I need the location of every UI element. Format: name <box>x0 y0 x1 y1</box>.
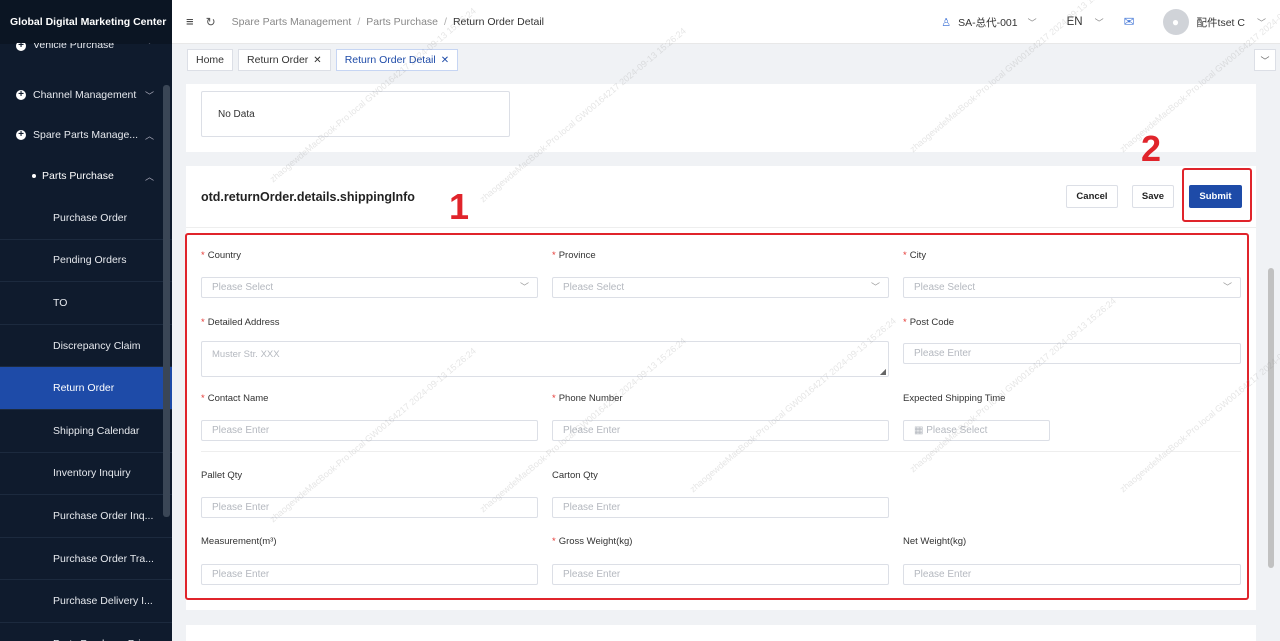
sidebar-scrollbar[interactable] <box>163 85 170 517</box>
breadcrumb-current: Return Order Detail <box>452 15 544 28</box>
sidebar-item-purchase-delivery[interactable]: Purchase Delivery I... <box>0 580 172 623</box>
tab-return-order-detail[interactable]: Return Order Detail ✕ <box>335 49 459 71</box>
brand-title: Global Digital Marketing Center <box>0 0 172 44</box>
cancel-button[interactable]: Cancel <box>1066 185 1118 208</box>
sidebar-group-spare-parts[interactable]: + Spare Parts Manage... ︿ <box>0 115 172 155</box>
close-icon[interactable]: ✕ <box>313 55 321 66</box>
tab-home[interactable]: Home <box>187 49 234 71</box>
sidebar-item-pending-orders[interactable]: Pending Orders <box>0 240 172 283</box>
sidebar-item-parts-purchase-price[interactable]: Parts Purchase Price <box>0 623 172 641</box>
plus-circle-icon: + <box>16 43 26 51</box>
sidebar-group-vehicle-purchase[interactable]: + Vehicle Purchase ﹀ <box>0 43 172 51</box>
save-button[interactable]: Save <box>1132 185 1174 208</box>
items-panel: No Data <box>186 84 1256 152</box>
divider <box>186 227 1256 228</box>
chevron-down-icon: ﹀ <box>144 43 154 50</box>
sidebar-item-inventory-inquiry[interactable]: Inventory Inquiry <box>0 453 172 496</box>
annotation-box-2 <box>1182 168 1252 222</box>
refresh-icon[interactable]: ↻ <box>206 15 216 29</box>
language-selector[interactable]: EN <box>1067 16 1083 28</box>
page-scrollbar[interactable] <box>1268 268 1274 568</box>
tab-bar: Home Return Order ✕ Return Order Detail ✕ … <box>172 45 1280 75</box>
user-icon: ♙ <box>941 16 952 29</box>
sidebar-item-shipping-calendar[interactable]: Shipping Calendar <box>0 410 172 453</box>
tab-return-order[interactable]: Return Order ✕ <box>238 49 331 71</box>
sidebar-group-channel-management[interactable]: + Channel Management ﹀ <box>0 75 172 115</box>
tabs-dropdown-icon[interactable]: ﹀ <box>1254 49 1276 71</box>
chevron-up-icon: ︿ <box>144 171 154 182</box>
username[interactable]: 配件tset C <box>1197 15 1245 30</box>
sidebar-item-purchase-order-tracking[interactable]: Purchase Order Tra... <box>0 538 172 581</box>
chevron-down-icon[interactable]: ﹀ <box>1095 16 1104 29</box>
role-selector[interactable]: SA-总代-001 <box>958 15 1018 30</box>
menu-toggle-icon[interactable]: ≡ <box>186 14 194 29</box>
bullet-icon <box>32 174 36 178</box>
sidebar-item-to[interactable]: TO <box>0 282 172 325</box>
breadcrumb-item[interactable]: Spare Parts Management <box>232 16 352 28</box>
breadcrumb: Spare Parts Management / Parts Purchase / Re… <box>231 15 544 28</box>
mail-icon[interactable]: ✉ <box>1124 14 1135 30</box>
sidebar-item-purchase-order[interactable]: Purchase Order <box>0 197 172 240</box>
annotation-box-1 <box>185 233 1249 600</box>
section-title: otd.returnOrder.details.shippingInfo <box>201 190 415 204</box>
top-header: ≡ ↻ Spare Parts Management / Parts Purchas… <box>172 0 1280 44</box>
sidebar-item-discrepancy-claim[interactable]: Discrepancy Claim <box>0 325 172 368</box>
plus-circle-icon: + <box>16 90 26 100</box>
no-data-text: No Data <box>201 91 510 137</box>
chevron-down-icon[interactable]: ﹀ <box>1028 16 1037 29</box>
chevron-down-icon[interactable]: ﹀ <box>1257 16 1266 29</box>
sidebar-item-purchase-order-inquiry[interactable]: Purchase Order Inq... <box>0 495 172 538</box>
chevron-down-icon: ﹀ <box>144 90 154 101</box>
annotation-number-2: 2 <box>1141 128 1162 169</box>
breadcrumb-item[interactable]: Parts Purchase <box>366 16 438 28</box>
chevron-up-icon: ︿ <box>144 130 154 141</box>
avatar[interactable]: ● <box>1162 9 1189 35</box>
annotation-number-1: 1 <box>449 186 470 227</box>
sidebar-item-return-order[interactable]: Return Order <box>0 367 172 410</box>
next-panel <box>186 625 1256 641</box>
sidebar-subgroup-parts-purchase[interactable]: Parts Purchase ︿ <box>0 155 172 197</box>
sidebar: Global Digital Marketing Center + Vehicl… <box>0 0 172 641</box>
close-icon[interactable]: ✕ <box>441 55 449 66</box>
plus-circle-icon: + <box>16 130 26 140</box>
